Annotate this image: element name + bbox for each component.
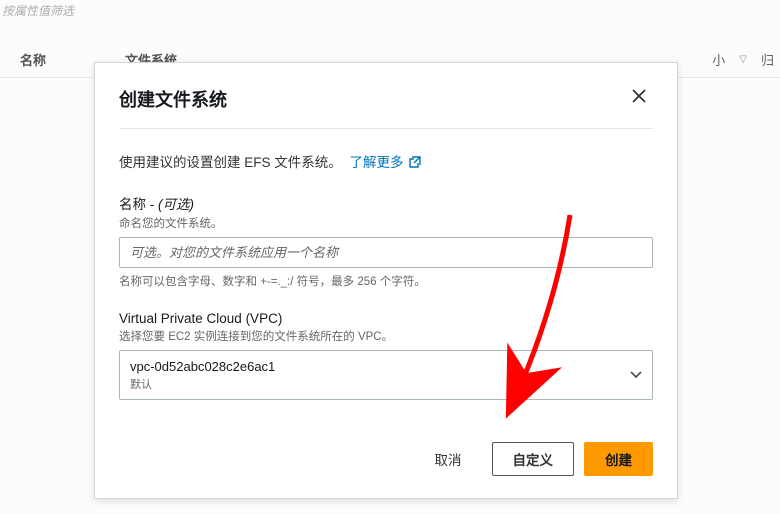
- modal-body: 使用建议的设置创建 EFS 文件系统。 了解更多 名称 - (可选) 命名您的文…: [95, 151, 677, 400]
- create-button[interactable]: 创建: [584, 442, 653, 476]
- name-label-prefix: 名称 -: [119, 197, 158, 212]
- vpc-select[interactable]: vpc-0d52abc028c2e6ac1 默认: [119, 350, 653, 400]
- intro-sentence: 使用建议的设置创建 EFS 文件系统。: [119, 155, 342, 170]
- vpc-field: Virtual Private Cloud (VPC) 选择您要 EC2 实例连…: [119, 311, 653, 400]
- name-help: 名称可以包含字母、数字和 +-=._:/ 符号，最多 256 个字符。: [119, 273, 653, 289]
- vpc-selected-sublabel: 默认: [130, 376, 275, 392]
- name-label-optional: (可选): [158, 197, 194, 212]
- close-icon: [631, 87, 647, 109]
- external-link-icon: [409, 156, 421, 171]
- name-input[interactable]: [119, 237, 653, 268]
- name-description: 命名您的文件系统。: [119, 215, 653, 231]
- vpc-description: 选择您要 EC2 实例连接到您的文件系统所在的 VPC。: [119, 328, 653, 344]
- modal-header: 创建文件系统: [95, 63, 677, 128]
- vpc-label: Virtual Private Cloud (VPC): [119, 311, 653, 326]
- learn-more-label: 了解更多: [350, 155, 404, 170]
- chevron-down-icon: [630, 366, 642, 384]
- create-filesystem-modal: 创建文件系统 使用建议的设置创建 EFS 文件系统。 了解更多 名称 - (可选…: [94, 62, 678, 499]
- cancel-button[interactable]: 取消: [415, 442, 482, 476]
- close-button[interactable]: [625, 83, 653, 114]
- intro-text: 使用建议的设置创建 EFS 文件系统。 了解更多: [119, 151, 653, 171]
- learn-more-link[interactable]: 了解更多: [350, 155, 422, 170]
- customize-button[interactable]: 自定义: [492, 442, 575, 476]
- modal-footer: 取消 自定义 创建: [95, 422, 677, 498]
- name-field: 名称 - (可选) 命名您的文件系统。 名称可以包含字母、数字和 +-=._:/…: [119, 193, 653, 289]
- divider: [119, 128, 653, 129]
- vpc-selected-value: vpc-0d52abc028c2e6ac1: [130, 358, 275, 376]
- modal-title: 创建文件系统: [119, 86, 227, 112]
- name-label: 名称 - (可选): [119, 193, 653, 213]
